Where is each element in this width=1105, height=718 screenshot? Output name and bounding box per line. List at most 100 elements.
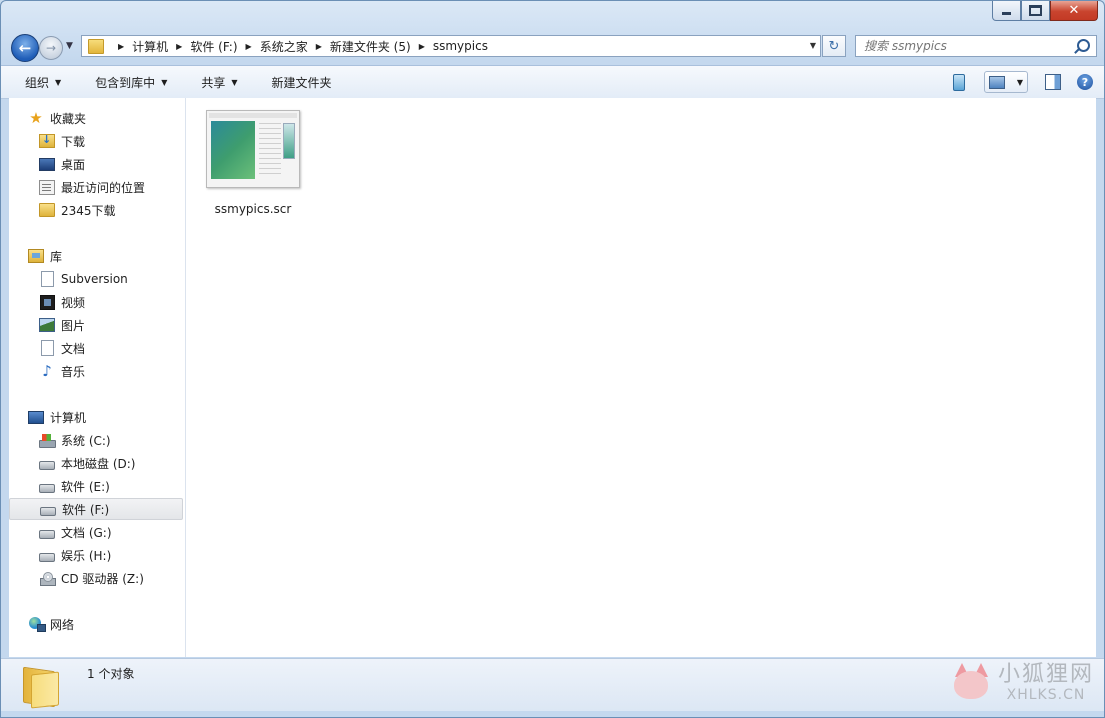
new-folder-label: 新建文件夹 (271, 75, 332, 90)
back-arrow-icon: ← (18, 39, 32, 57)
caption-buttons: ✕ (992, 1, 1098, 21)
maximize-icon (1029, 5, 1042, 16)
star-icon: ★ (29, 109, 43, 127)
explorer-window: ✕ ← → ▼ ▶ 计算机 ▶ 软件 (F:) ▶ 系统之家 ▶ 新建文件夹 (… (0, 0, 1105, 718)
library-icon (28, 249, 44, 263)
breadcrumb-separator-icon[interactable]: ▶ (118, 42, 124, 51)
preview-pane-button[interactable] (1042, 71, 1064, 93)
address-bar[interactable]: ▶ 计算机 ▶ 软件 (F:) ▶ 系统之家 ▶ 新建文件夹 (5) ▶ ssm… (81, 35, 821, 57)
sidebar-label: 收藏夹 (50, 111, 87, 126)
maximize-button[interactable] (1021, 1, 1050, 21)
sidebar-item-documents[interactable]: 文档 (9, 337, 185, 359)
sidebar-label: 文档 (G:) (61, 525, 112, 540)
views-control[interactable]: ▼ (984, 71, 1028, 93)
computer-icon (28, 410, 44, 424)
file-item[interactable]: ssmypics.scr (200, 110, 306, 216)
sidebar-item-subversion[interactable]: Subversion (9, 268, 185, 290)
sidebar-label: 库 (50, 249, 63, 264)
chevron-down-icon[interactable]: ▼ (1017, 78, 1023, 87)
breadcrumb-separator-icon[interactable]: ▶ (176, 42, 182, 51)
breadcrumb-separator-icon[interactable]: ▶ (316, 42, 322, 51)
sidebar-label: 软件 (F:) (62, 502, 110, 517)
sidebar-item-favorites[interactable]: ★ 收藏夹 (9, 107, 185, 129)
sidebar-item-drive-z[interactable]: CD 驱动器 (Z:) (9, 567, 185, 589)
breadcrumb-new-folder-5[interactable]: 新建文件夹 (5) (330, 38, 411, 55)
hard-drive-icon (39, 479, 55, 493)
sidebar-label: 音乐 (61, 364, 86, 379)
watermark-cn: 小狐狸网 (997, 662, 1094, 687)
sidebar-label: 计算机 (50, 410, 87, 425)
hard-drive-icon (39, 525, 55, 539)
folder-icon (88, 38, 104, 54)
forward-arrow-icon: → (45, 41, 57, 55)
sidebar-item-computer[interactable]: 计算机 (9, 406, 185, 428)
watermark-en: XHLKS.CN (1006, 687, 1086, 703)
navigation-pane: ★ 收藏夹 下载 桌面 最近访问的位置 2345下载 库 Subversion 视… (9, 98, 186, 657)
details-pane: 1 个对象 小狐狸网 XHLKS.CN (1, 658, 1104, 711)
sidebar-item-music[interactable]: ♪ 音乐 (9, 360, 185, 382)
recent-pages-dropdown-icon[interactable]: ▼ (66, 41, 73, 51)
fox-logo-icon (950, 661, 994, 705)
organize-menu[interactable]: 组织 ▼ (15, 70, 71, 95)
close-button[interactable]: ✕ (1050, 1, 1098, 21)
breadcrumb-ssmypics[interactable]: ssmypics (433, 39, 488, 53)
search-box[interactable] (855, 35, 1097, 57)
help-icon: ? (1077, 74, 1093, 90)
sidebar-item-videos[interactable]: 视频 (9, 291, 185, 313)
forward-button[interactable]: → (39, 36, 63, 60)
help-button[interactable]: ? (1074, 71, 1096, 93)
search-icon[interactable] (1077, 39, 1090, 52)
chevron-down-icon: ▼ (231, 77, 238, 87)
sidebar-item-pictures[interactable]: 图片 (9, 314, 185, 336)
sidebar-item-drive-g[interactable]: 文档 (G:) (9, 521, 185, 543)
video-icon (39, 294, 55, 310)
folder-icon (39, 203, 55, 217)
sidebar-item-recent-places[interactable]: 最近访问的位置 (9, 176, 185, 198)
sidebar-label: 软件 (E:) (61, 479, 110, 494)
sidebar-label: 下载 (61, 134, 86, 149)
site-watermark: 小狐狸网 XHLKS.CN (950, 661, 1094, 705)
close-icon: ✕ (1068, 3, 1080, 18)
back-button[interactable]: ← (11, 34, 39, 62)
breadcrumb-separator-icon[interactable]: ▶ (246, 42, 252, 51)
breadcrumb-separator-icon[interactable]: ▶ (419, 42, 425, 51)
sidebar-item-desktop[interactable]: 桌面 (9, 153, 185, 175)
search-input[interactable] (864, 39, 1064, 53)
share-menu[interactable]: 共享 ▼ (191, 70, 247, 95)
include-in-library-menu[interactable]: 包含到库中 ▼ (85, 70, 177, 95)
sidebar-item-drive-h[interactable]: 娱乐 (H:) (9, 544, 185, 566)
sidebar-label: CD 驱动器 (Z:) (61, 571, 144, 586)
toolbar-right: ▼ ? (942, 71, 1096, 93)
minimize-button[interactable] (992, 1, 1021, 21)
sidebar-item-2345-downloads[interactable]: 2345下载 (9, 199, 185, 221)
new-folder-button[interactable]: 新建文件夹 (262, 70, 342, 95)
object-count: 1 个对象 (87, 667, 135, 681)
breadcrumb-computer[interactable]: 计算机 (132, 38, 168, 55)
chevron-down-icon: ▼ (161, 77, 168, 87)
breadcrumb-system-home[interactable]: 系统之家 (260, 38, 308, 55)
organize-label: 组织 (25, 75, 50, 90)
sidebar-item-drive-f[interactable]: 软件 (F:) (9, 498, 183, 520)
breadcrumb-drive-f[interactable]: 软件 (F:) (190, 38, 237, 55)
network-icon (28, 617, 46, 632)
sidebar-item-drive-d[interactable]: 本地磁盘 (D:) (9, 452, 185, 474)
refresh-button[interactable]: ↻ (822, 35, 846, 57)
cd-drive-icon (39, 571, 56, 586)
hard-drive-icon (39, 456, 55, 470)
sidebar-item-drive-e[interactable]: 软件 (E:) (9, 475, 185, 497)
share-label: 共享 (201, 75, 226, 90)
file-list[interactable]: ssmypics.scr (186, 98, 1096, 657)
refresh-icon: ↻ (828, 38, 840, 54)
sidebar-label: Subversion (61, 272, 128, 286)
change-view-button[interactable]: ▼ (984, 71, 1028, 93)
sidebar-item-network[interactable]: 网络 (9, 613, 185, 635)
file-name: ssmypics.scr (214, 202, 292, 216)
sidebar-item-drive-c[interactable]: 系统 (C:) (9, 429, 185, 451)
sidebar-label: 图片 (61, 318, 86, 333)
device-button[interactable] (948, 71, 970, 93)
watermark-text: 小狐狸网 XHLKS.CN (997, 662, 1094, 704)
sidebar-item-libraries[interactable]: 库 (9, 245, 185, 267)
document-icon (39, 340, 55, 356)
sidebar-item-downloads[interactable]: 下载 (9, 130, 185, 152)
address-dropdown-icon[interactable]: ▼ (810, 41, 816, 50)
